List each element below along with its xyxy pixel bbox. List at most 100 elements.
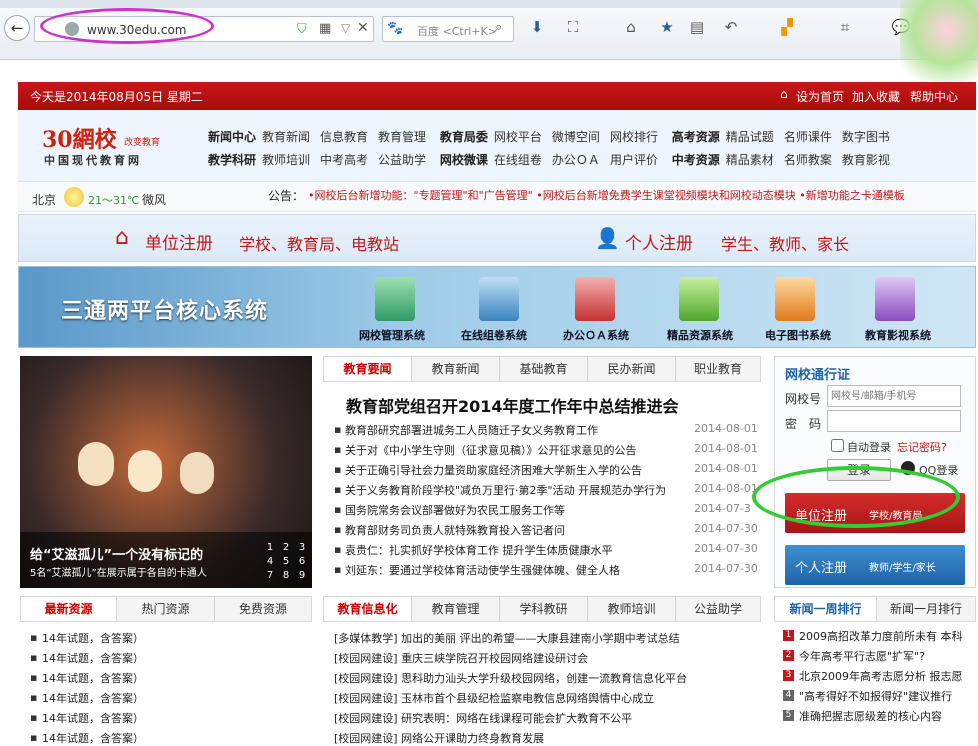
nav-link[interactable]: 教学科研 xyxy=(208,153,256,167)
info-item-link[interactable]: [多媒体教学] 加出的美丽 评出的希望——大康县建南小学期中考试总结 xyxy=(334,630,754,646)
nav-link[interactable]: 数字图书 xyxy=(842,130,890,144)
info-item-link[interactable]: [校园网建设] 网络公开课助力终身教育发展 xyxy=(334,730,754,746)
nav-link[interactable]: 教育局委 xyxy=(440,130,488,144)
photo-caption[interactable]: 给“艾滋孤儿”一个没有标记的 xyxy=(30,544,254,563)
news-item-link[interactable]: 教育部财务司负责人就特殊教育投入答记者问 xyxy=(345,522,691,538)
person-register-button[interactable]: 个人注册 教师/学生/家长 xyxy=(785,545,965,585)
shield-icon[interactable]: ⛉ xyxy=(297,22,307,37)
tab-latest-resources[interactable]: 最新资源 xyxy=(21,597,117,621)
tab-charity[interactable]: 公益助学 xyxy=(676,597,760,621)
nav-link[interactable]: 精品素材 xyxy=(726,153,774,167)
add-favorite-link[interactable]: 加入收藏 xyxy=(852,88,900,105)
download-icon[interactable]: ⬇ xyxy=(526,16,548,38)
nav-link[interactable]: 信息教育 xyxy=(320,130,368,144)
resource-item-link[interactable]: 14年试题，含答案） xyxy=(42,630,302,646)
set-home-link[interactable]: 设为首页 xyxy=(796,88,844,105)
pager-number[interactable]: 3 xyxy=(294,542,310,556)
tab-hot-resources[interactable]: 热门资源 xyxy=(117,597,215,621)
nav-link[interactable]: 精品试题 xyxy=(726,130,774,144)
nav-link[interactable]: 教育管理 xyxy=(378,130,426,144)
info-item-link[interactable]: [校园网建设] 思科助力汕头大学升级校园网络，创建一流教育信息化平台 xyxy=(334,670,754,686)
banner-item-label[interactable]: 在线组卷系统 xyxy=(461,327,527,343)
unit-register-link[interactable]: 单位注册 xyxy=(145,229,213,254)
nav-link[interactable]: 用户评价 xyxy=(610,153,658,167)
photo-slideshow[interactable]: 给“艾滋孤儿”一个没有标记的 5名“艾滋孤儿”在展示属于各自的卡通人 123 4… xyxy=(20,356,312,588)
nav-link[interactable]: 中考资源 xyxy=(672,153,720,167)
tab-vocational[interactable]: 职业教育 xyxy=(676,357,760,381)
nav-link[interactable]: 在线组卷 xyxy=(494,153,542,167)
tab-edu-informatization[interactable]: 教育信息化 xyxy=(324,597,412,621)
banner-item-label[interactable]: 精品资源系统 xyxy=(667,327,733,343)
ranking-item-link[interactable]: 今年高考平行志愿"扩军"? xyxy=(799,648,975,664)
news-item-link[interactable]: 关于义务教育阶段学校"减负万里行·第2季"活动 开展规范办学行为 xyxy=(345,482,691,498)
nav-link[interactable]: 教育影视 xyxy=(842,153,890,167)
pager-number[interactable]: 5 xyxy=(278,556,294,570)
tab-week-ranking[interactable]: 新闻一周排行 xyxy=(775,597,877,621)
pager-number[interactable]: 2 xyxy=(278,542,294,556)
tab-edu-management[interactable]: 教育管理 xyxy=(412,597,500,621)
news-item-link[interactable]: 国务院常务会议部署做好为农民工服务工作等 xyxy=(345,502,691,518)
resource-item-link[interactable]: 14年试题，含答案） xyxy=(42,730,302,746)
resource-item-link[interactable]: 14年试题，含答案） xyxy=(42,670,302,686)
nav-link[interactable]: 名师课件 xyxy=(784,130,832,144)
info-item-link[interactable]: [校园网建设] 重庆三峡学院召开校园网络建设研讨会 xyxy=(334,650,754,666)
resource-item-link[interactable]: 14年试题，含答案） xyxy=(42,690,302,706)
pager-number[interactable]: 1 xyxy=(262,542,278,556)
undo-icon[interactable]: ↶ xyxy=(720,16,742,38)
news-item-link[interactable]: 刘延东：要通过学校体育活动使学生强健体魄、健全人格 xyxy=(345,562,691,578)
tab-teacher-training[interactable]: 教师培训 xyxy=(588,597,676,621)
news-item-link[interactable]: 关于正确引导社会力量资助家庭经济困难大学新生入学的公告 xyxy=(345,462,691,478)
info-item-link[interactable]: [校园网建设] 研究表明：网络在线课程可能会扩大教育不公平 xyxy=(334,710,754,726)
search-box[interactable]: 🐾 百度 <Ctrl+K> ⌕ xyxy=(382,16,514,42)
home-icon[interactable]: ⌂ xyxy=(620,16,642,38)
tab-edu-news[interactable]: 教育新闻 xyxy=(412,357,500,381)
banner-item-label[interactable]: 网校管理系统 xyxy=(359,327,425,343)
ranking-item-link[interactable]: 准确把握志愿级差的核心内容 xyxy=(799,708,975,724)
pager-number[interactable]: 4 xyxy=(262,556,278,570)
nav-link[interactable]: 网校微课 xyxy=(440,153,488,167)
auto-login-checkbox[interactable] xyxy=(831,439,844,452)
banner-item-label[interactable]: 办公ＯＡ系统 xyxy=(563,327,629,343)
news-item-link[interactable]: 关于对《中小学生守则（征求意见稿）》公开征求意见的公告 xyxy=(345,442,691,458)
pager-number[interactable]: 9 xyxy=(294,570,310,584)
notice-marquee[interactable]: •网校后台新增功能："专题管理"和"广告管理" •网校后台新增免费学生课堂视频模… xyxy=(308,187,972,203)
pager-number[interactable]: 8 xyxy=(278,570,294,584)
tab-basic-edu[interactable]: 基础教育 xyxy=(500,357,588,381)
crop-icon[interactable]: ⌗ xyxy=(834,16,856,38)
ranking-item-link[interactable]: 北京2009年高考志愿分析 报志愿 xyxy=(799,668,975,684)
password-input[interactable] xyxy=(827,410,961,432)
pager-number[interactable]: 7 xyxy=(262,570,278,584)
dropdown-icon[interactable]: ▽ xyxy=(341,21,350,35)
nav-link[interactable]: 高考资源 xyxy=(672,130,720,144)
screenshot-icon[interactable]: ⛶ xyxy=(562,16,584,38)
nav-link[interactable]: 网校平台 xyxy=(494,130,542,144)
tab-private-news[interactable]: 民办新闻 xyxy=(588,357,676,381)
nav-link[interactable]: 微博空间 xyxy=(552,130,600,144)
resource-item-link[interactable]: 14年试题，含答案） xyxy=(42,710,302,726)
tab-edu-headlines[interactable]: 教育要闻 xyxy=(324,357,412,381)
nav-link[interactable]: 教师培训 xyxy=(262,153,310,167)
nav-link[interactable]: 公益助学 xyxy=(378,153,426,167)
search-icon[interactable]: ⌕ xyxy=(495,20,502,35)
nav-link[interactable]: 网校排行 xyxy=(610,130,658,144)
person-register-link[interactable]: 个人注册 xyxy=(625,229,693,254)
news-item-link[interactable]: 教育部研究部署进城务工人员随迁子女义务教育工作 xyxy=(345,422,691,438)
paw-icon[interactable]: 🐾 xyxy=(387,21,403,36)
ranking-item-link[interactable]: "高考得好不如报得好"建议推行 xyxy=(799,688,975,704)
site-logo[interactable]: 30網校 xyxy=(42,122,117,154)
nav-link[interactable]: 办公ＯＡ xyxy=(552,153,600,167)
resource-item-link[interactable]: 14年试题，含答案） xyxy=(42,650,302,666)
nav-link[interactable]: 教育新闻 xyxy=(262,130,310,144)
nav-link[interactable]: 新闻中心 xyxy=(208,130,256,144)
news-headline[interactable]: 教育部党组召开2014年度工作年中总结推进会 xyxy=(346,393,679,417)
close-icon[interactable]: ✕ xyxy=(357,20,369,36)
nav-link[interactable]: 名师教案 xyxy=(784,153,832,167)
pager-number[interactable]: 6 xyxy=(294,556,310,570)
forgot-password-link[interactable]: 忘记密码? xyxy=(897,439,947,455)
apps-icon[interactable]: ▞ xyxy=(776,16,798,38)
tab-subject-research[interactable]: 学科教研 xyxy=(500,597,588,621)
system-banner[interactable]: 三通两平台核心系统 网校管理系统 在线组卷系统 办公ＯＡ系统 精品资源系统 电子… xyxy=(18,266,976,348)
info-item-link[interactable]: [校园网建设] 玉林市首个县级纪检监察电教信息网络舆情中心成立 xyxy=(334,690,754,706)
banner-item-label[interactable]: 教育影视系统 xyxy=(865,327,931,343)
qr-icon[interactable]: ▦ xyxy=(319,21,331,36)
